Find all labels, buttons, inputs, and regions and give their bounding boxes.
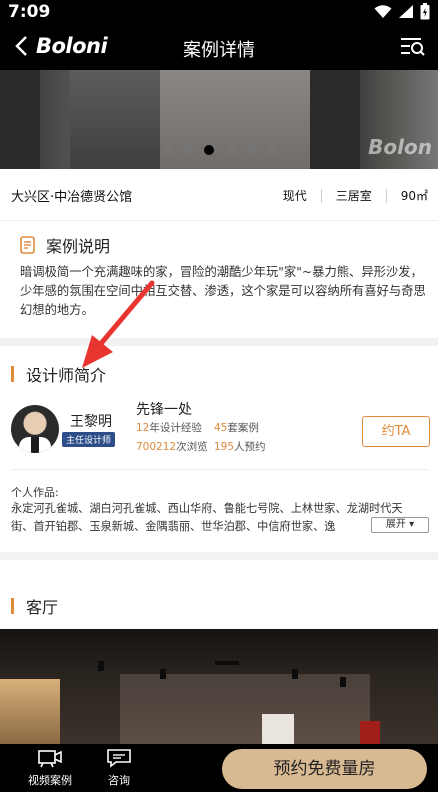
description-header: 案例说明 xyxy=(18,233,110,257)
case-tags: 现代 三居室 90㎡ xyxy=(283,187,428,204)
section-accent-bar xyxy=(11,598,14,614)
divider xyxy=(320,188,322,203)
expand-works-button[interactable]: 展开 ▾ xyxy=(371,517,429,533)
section-divider xyxy=(0,338,438,346)
book-measure-button[interactable]: 预约免费量房 xyxy=(222,749,427,789)
consult-button[interactable]: 咨询 xyxy=(106,748,132,788)
section-divider xyxy=(0,552,438,560)
carousel-dot[interactable] xyxy=(161,146,171,155)
status-icons xyxy=(374,3,430,20)
designer-section-header: 设计师简介 xyxy=(11,362,106,386)
case-rooms: 三居室 xyxy=(335,189,372,203)
carousel-dot-active[interactable] xyxy=(203,145,214,155)
video-camera-icon xyxy=(38,750,62,768)
living-room-title: 客厅 xyxy=(26,598,59,617)
designer-appointments: 195人预约 xyxy=(214,441,266,453)
consult-label: 咨询 xyxy=(108,774,130,787)
carousel-dot[interactable] xyxy=(225,146,235,155)
wifi-icon xyxy=(374,4,392,18)
status-time: 7:09 xyxy=(8,2,51,22)
menu-search-icon[interactable] xyxy=(400,36,426,58)
chevron-down-icon: ▾ xyxy=(405,519,415,530)
page-title: 案例详情 xyxy=(183,40,255,61)
bottom-action-bar: 视频案例 咨询 预约免费量房 xyxy=(0,744,438,792)
video-cases-button[interactable]: 视频案例 xyxy=(28,748,72,788)
case-area: 90㎡ xyxy=(400,189,428,203)
designer-views: 700212次浏览 xyxy=(136,441,208,453)
designer-team: 先锋一处 xyxy=(136,402,192,418)
designer-title-badge: 主任设计师 xyxy=(62,432,116,447)
carousel-dot[interactable] xyxy=(246,146,256,155)
carousel-dot[interactable] xyxy=(182,146,192,155)
case-info-row: 大兴区·中冶德贤公馆 现代 三居室 90㎡ xyxy=(0,169,438,221)
works-list: 永定河孔雀城、湖白河孔雀城、西山华府、鲁能七号院、上林世家、龙湖时代天街、首开铂… xyxy=(11,502,403,533)
battery-icon xyxy=(420,3,430,20)
case-image-carousel[interactable]: Bolon xyxy=(0,70,438,169)
designer-section-title: 设计师简介 xyxy=(26,366,107,385)
description-text: 暗调极简一个充满趣味的家，冒险的潮酷少年玩"家"~暴力熊、异形沙发，少年感的氛围… xyxy=(20,265,426,317)
case-style: 现代 xyxy=(282,189,307,203)
chat-bubble-icon xyxy=(107,749,131,768)
section-accent-bar xyxy=(11,366,14,382)
divider xyxy=(385,188,387,203)
signal-icon xyxy=(399,5,413,18)
carousel-dots xyxy=(0,140,438,159)
carousel-dot[interactable] xyxy=(267,146,277,155)
divider xyxy=(11,469,429,470)
living-room-section-header: 客厅 xyxy=(11,594,58,618)
document-icon xyxy=(20,236,35,254)
designer-experience: 12年设计经验 xyxy=(136,422,202,434)
designer-avatar[interactable] xyxy=(11,405,59,453)
description-title: 案例说明 xyxy=(46,237,111,256)
designer-case-count: 45套案例 xyxy=(214,422,259,434)
works-label: 个人作品: xyxy=(11,486,59,499)
designer-name: 王黎明 xyxy=(70,414,112,430)
case-location: 大兴区·中冶德贤公馆 xyxy=(11,190,133,205)
book-designer-button[interactable]: 约TA xyxy=(362,416,430,447)
status-bar: 7:09 xyxy=(0,0,438,24)
video-cases-label: 视频案例 xyxy=(28,774,72,787)
app-header: Boloni 案例详情 xyxy=(0,24,438,70)
living-room-image[interactable] xyxy=(0,629,438,744)
